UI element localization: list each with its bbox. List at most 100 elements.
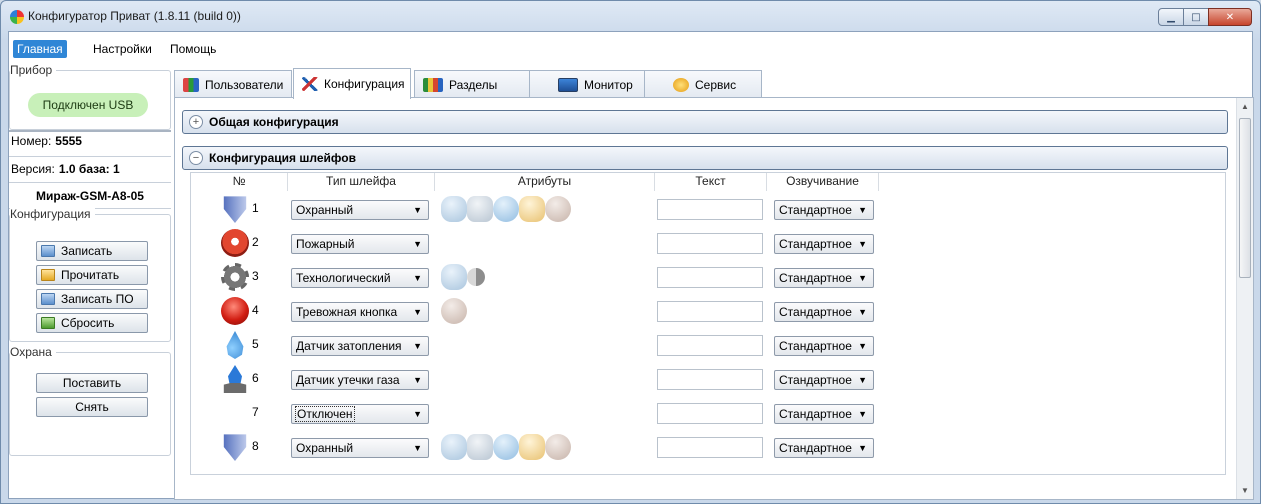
users-icon [183, 77, 199, 92]
sound-off-icon[interactable] [441, 298, 467, 324]
gear-icon [221, 263, 249, 291]
expand-icon[interactable]: + [189, 115, 203, 129]
cycle-icon[interactable] [493, 196, 519, 222]
loop-type-select[interactable]: Отключен ▼ [291, 404, 429, 424]
reset-button[interactable]: Сбросить [36, 313, 148, 333]
loop-text-input[interactable] [657, 267, 763, 288]
loop-type-select[interactable]: Пожарный ▼ [291, 234, 429, 254]
tab-service[interactable]: Сервис [644, 70, 762, 98]
reset-button-label: Сбросить [61, 316, 115, 330]
loop-type-select[interactable]: Охранный ▼ [291, 200, 429, 220]
sound-select[interactable]: Стандартное ▼ [774, 268, 874, 288]
sound-select[interactable]: Стандартное ▼ [774, 336, 874, 356]
loop-text-input[interactable] [657, 437, 763, 458]
loop-type-select[interactable]: Тревожная кнопка ▼ [291, 302, 429, 322]
guard-group-title: Охрана [10, 345, 56, 359]
row-number: 5 [252, 337, 259, 351]
chevron-down-icon: ▼ [413, 273, 422, 283]
monitor-icon [558, 77, 578, 92]
collapse-icon[interactable]: − [189, 151, 203, 165]
tab-users[interactable]: Пользователи [174, 70, 292, 98]
loop-type-select[interactable]: Датчик утечки газа ▼ [291, 370, 429, 390]
menu-main[interactable]: Главная [13, 40, 67, 58]
sound-select[interactable]: Стандартное ▼ [774, 404, 874, 424]
half-circle-icon[interactable] [467, 268, 485, 286]
loop-text-input[interactable] [657, 369, 763, 390]
sound-off-icon[interactable] [545, 196, 571, 222]
sound-off-icon[interactable] [545, 434, 571, 460]
arm-button[interactable]: Поставить [36, 373, 148, 393]
tab-partitions[interactable]: Разделы [414, 70, 530, 98]
loop-text-input[interactable] [657, 199, 763, 220]
chevron-down-icon: ▼ [858, 239, 867, 249]
read-button[interactable]: Прочитать [36, 265, 148, 285]
sound-select[interactable]: Стандартное ▼ [774, 302, 874, 322]
chevron-down-icon: ▼ [858, 443, 867, 453]
loop-type-select[interactable]: Технологический ▼ [291, 268, 429, 288]
scroll-down-icon[interactable]: ▼ [1241, 486, 1249, 495]
cycle-icon[interactable] [493, 434, 519, 460]
loop-type-select[interactable]: Датчик затопления ▼ [291, 336, 429, 356]
title-bar[interactable]: Конфигуратор Приват (1.8.11 (build 0)) ▁… [1, 1, 1260, 31]
device-group-title: Прибор [10, 63, 57, 77]
sound-select[interactable]: Стандартное ▼ [774, 234, 874, 254]
sound-select[interactable]: Стандартное ▼ [774, 200, 874, 220]
loop-text-input[interactable] [657, 403, 763, 424]
window-title: Конфигуратор Приват (1.8.11 (build 0)) [28, 9, 241, 23]
write-button[interactable]: Записать [36, 241, 148, 261]
table-row: 1 Охранный ▼ Стандартное ▼ [191, 193, 1225, 227]
loop-text-input[interactable] [657, 335, 763, 356]
hand-icon[interactable] [519, 196, 545, 222]
chevron-down-icon: ▼ [858, 307, 867, 317]
number-value: 5555 [55, 134, 82, 148]
scroll-thumb[interactable] [1239, 118, 1251, 278]
loop-type-select[interactable]: Охранный ▼ [291, 438, 429, 458]
sound-select[interactable]: Стандартное ▼ [774, 438, 874, 458]
table-row: 7 Отключен ▼ Стандартное ▼ [191, 397, 1225, 431]
person-icon[interactable] [441, 264, 467, 290]
chevron-down-icon: ▼ [413, 239, 422, 249]
chevron-down-icon: ▼ [413, 205, 422, 215]
hand-icon[interactable] [519, 434, 545, 460]
table-row: 3 Технологический ▼ Стандартное ▼ [191, 261, 1225, 295]
maximize-button[interactable]: □ [1183, 8, 1209, 26]
config-group-title: Конфигурация [10, 207, 95, 221]
device-number: Номер: 5555 [11, 134, 82, 148]
loop-type-value: Технологический [296, 271, 391, 285]
home-icon[interactable] [467, 434, 493, 460]
column-header-sound: Озвучивание [767, 173, 879, 191]
table-row: 6 Датчик утечки газа ▼ Стандартное ▼ [191, 363, 1225, 397]
chevron-down-icon: ▼ [858, 205, 867, 215]
column-header-num: № [191, 173, 288, 191]
minimize-button[interactable]: ▁ [1158, 8, 1184, 26]
disarm-button[interactable]: Снять [36, 397, 148, 417]
general-config-header[interactable]: + Общая конфигурация [182, 110, 1228, 134]
menu-settings[interactable]: Настройки [89, 40, 156, 58]
loop-text-input[interactable] [657, 301, 763, 322]
sound-value: Стандартное [779, 203, 852, 217]
person-icon[interactable] [441, 196, 467, 222]
loop-text-input[interactable] [657, 233, 763, 254]
guard-group: Охрана Поставить Снять [9, 345, 171, 456]
row-number: 4 [252, 303, 259, 317]
save-icon [41, 245, 55, 257]
write-firmware-button[interactable]: Записать ПО [36, 289, 148, 309]
tab-monitor-label: Монитор [584, 77, 633, 92]
loops-config-title: Конфигурация шлейфов [209, 151, 356, 165]
row-number: 7 [252, 405, 259, 419]
shield-icon [223, 196, 247, 223]
write-firmware-label: Записать ПО [61, 292, 134, 306]
vertical-scrollbar[interactable]: ▲ ▼ [1236, 98, 1253, 499]
tab-monitor[interactable]: Монитор [529, 70, 645, 98]
sound-select[interactable]: Стандартное ▼ [774, 370, 874, 390]
scroll-up-icon[interactable]: ▲ [1241, 102, 1249, 111]
menu-help[interactable]: Помощь [166, 40, 220, 58]
home-icon[interactable] [467, 196, 493, 222]
close-button[interactable]: ✕ [1208, 8, 1252, 26]
loops-config-header[interactable]: − Конфигурация шлейфов [182, 146, 1228, 170]
person-icon[interactable] [441, 434, 467, 460]
tab-configuration[interactable]: Конфигурация [293, 68, 411, 99]
sound-value: Стандартное [779, 339, 852, 353]
tab-configuration-label: Конфигурация [324, 77, 405, 91]
loop-type-value: Охранный [296, 203, 354, 217]
